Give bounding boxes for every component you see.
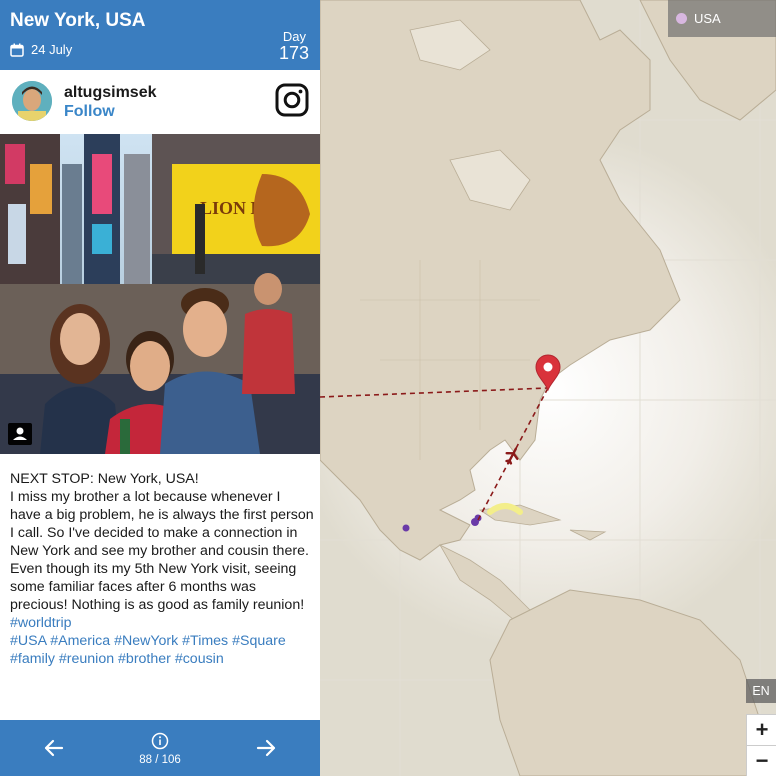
- post-photo[interactable]: LION KING: [0, 134, 320, 454]
- language-button[interactable]: EN: [746, 679, 776, 703]
- arrow-left-icon[interactable]: [42, 737, 66, 759]
- post-counter: 88 / 106: [139, 754, 181, 766]
- legend-label: USA: [694, 11, 721, 26]
- calendar-icon: [10, 43, 24, 57]
- arrow-right-icon[interactable]: [254, 737, 278, 759]
- user-icon[interactable]: [8, 423, 32, 445]
- hashtag-line[interactable]: #worldtrip: [10, 614, 314, 632]
- zoom-in-button[interactable]: +: [747, 715, 776, 746]
- visited-point: [474, 514, 482, 522]
- post-navigation: 88 / 106: [0, 720, 320, 776]
- day-label: Day: [282, 29, 306, 44]
- caption-line: I miss my brother a lot because whenever…: [10, 489, 314, 613]
- zoom-out-button[interactable]: −: [747, 746, 776, 776]
- hashtag-line[interactable]: #family #reunion #brother #cousin: [10, 650, 314, 668]
- post-date: 24 July: [31, 42, 73, 57]
- post-caption: NEXT STOP: New York, USA! I miss my brot…: [10, 470, 314, 668]
- country-legend[interactable]: USA: [668, 0, 776, 37]
- zoom-control: + −: [746, 714, 776, 776]
- profile-bar: altugsimsek Follow: [0, 70, 320, 134]
- avatar[interactable]: [12, 81, 52, 121]
- follow-button[interactable]: Follow: [64, 103, 115, 121]
- hashtag-line[interactable]: #USA #America #NewYork #Times #Square: [10, 632, 314, 650]
- date-row: 24 July: [10, 42, 72, 58]
- world-map[interactable]: USA EN + −: [320, 0, 776, 776]
- visited-point: [402, 524, 410, 532]
- location-title: New York, USA: [10, 10, 146, 31]
- post-header: New York, USA 24 July Day 173: [0, 0, 320, 70]
- username[interactable]: altugsimsek: [64, 84, 156, 102]
- day-number: 173: [278, 43, 309, 63]
- instagram-icon[interactable]: [275, 83, 309, 117]
- info-icon[interactable]: [150, 731, 170, 751]
- caption-line: NEXT STOP: New York, USA!: [10, 471, 199, 487]
- legend-dot: [676, 13, 687, 24]
- post-sidebar: New York, USA 24 July Day 173 altugsimse…: [0, 0, 320, 776]
